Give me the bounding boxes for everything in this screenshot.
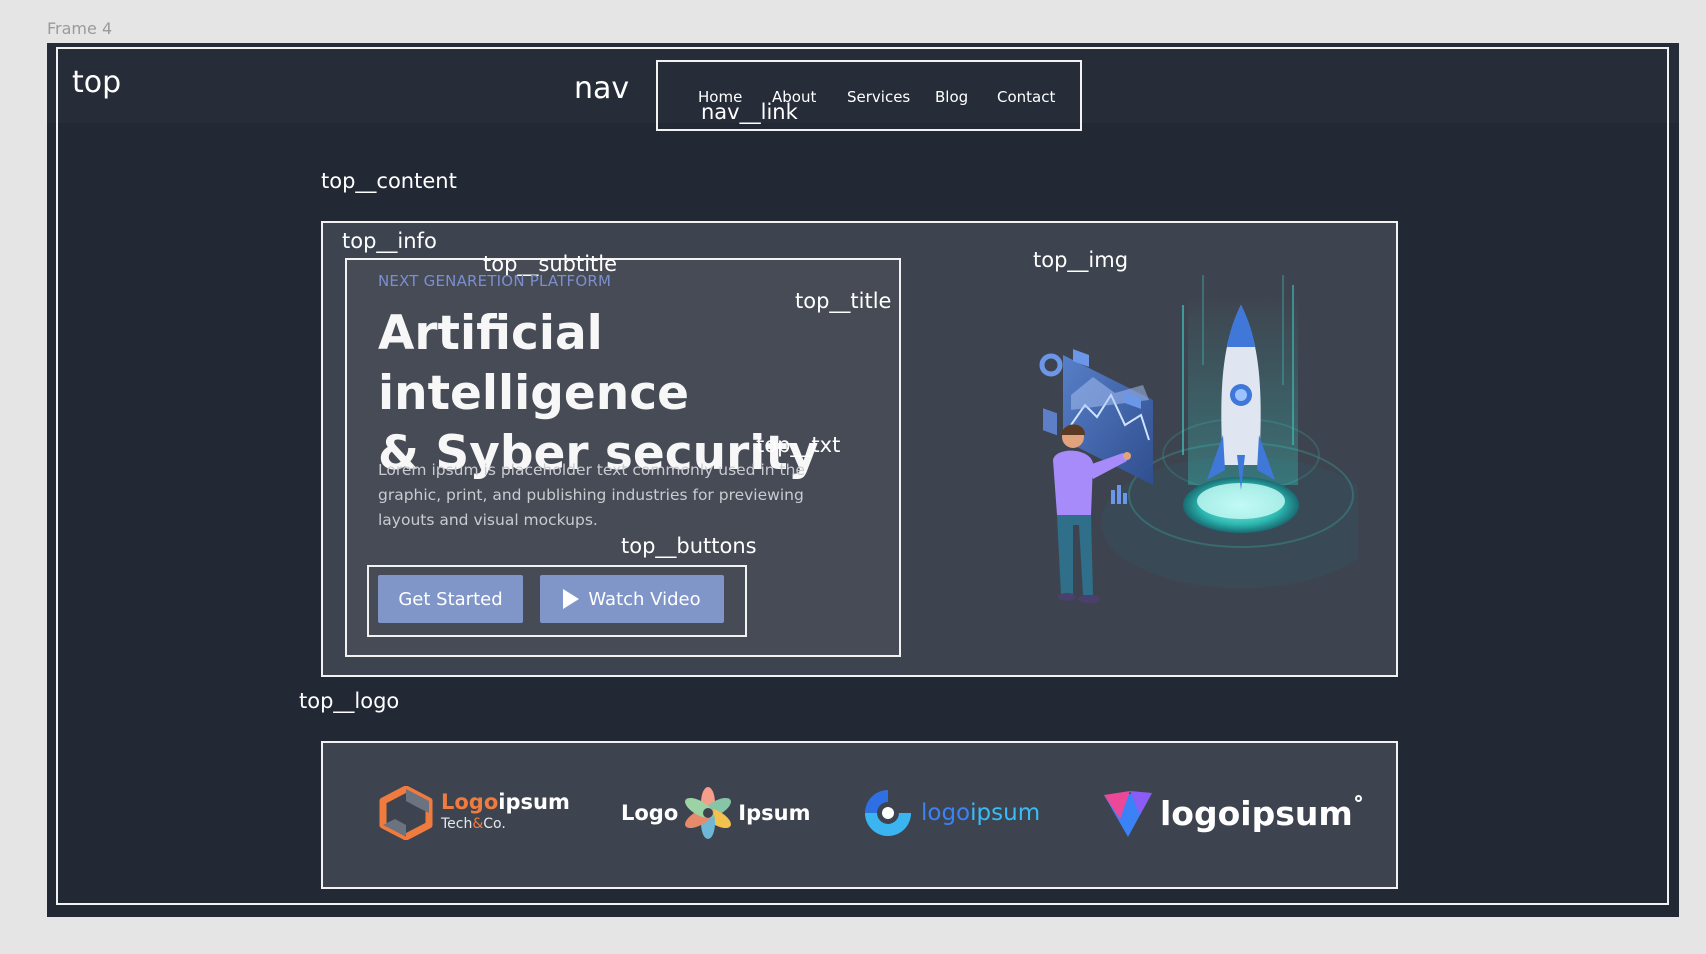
logo1-sub-amp: & — [472, 816, 484, 832]
logo2-part1: Logo — [621, 801, 679, 825]
partner-logo-4: logoipsum — [1100, 783, 1362, 843]
watch-video-button[interactable]: Watch Video — [540, 575, 724, 623]
logo1-sub2: Co. — [483, 816, 506, 832]
nav-link-blog[interactable]: Blog — [935, 88, 968, 106]
logo2-part2: Ipsum — [738, 801, 811, 825]
registered-mark-icon — [1354, 795, 1362, 802]
top-info: top__subtitle NEXT GENARETION PLATFORM t… — [345, 252, 901, 657]
annotation-top-logo: top__logo — [299, 689, 400, 713]
top-content: top__info top__img top__subtitle NEXT GE… — [321, 221, 1398, 677]
nav-link-contact[interactable]: Contact — [997, 88, 1055, 106]
top-container: top nav Home About Services Blog Contact… — [56, 47, 1669, 905]
get-started-button[interactable]: Get Started — [378, 575, 523, 623]
annotation-top-txt: top__txt — [756, 433, 841, 457]
flower-logo-icon — [685, 787, 732, 839]
annotation-top-info: top__info — [342, 229, 437, 253]
frame-label: Frame 4 — [47, 19, 113, 38]
circle-logo-icon — [865, 790, 911, 836]
annotation-nav: nav — [574, 71, 630, 106]
hero-title-line1: Artificial intelligence — [378, 306, 689, 421]
hexagon-logo-icon — [379, 786, 433, 840]
annotation-top-img: top__img — [1033, 248, 1129, 272]
hero-subtitle: NEXT GENARETION PLATFORM — [378, 272, 612, 290]
logo3-part1: logo — [921, 800, 971, 826]
triangle-logo-icon — [1104, 791, 1152, 837]
partner-logo-3: logoipsum — [861, 783, 1040, 843]
play-icon — [563, 589, 580, 609]
annotation-top: top — [72, 65, 122, 100]
watch-video-label: Watch Video — [588, 588, 701, 610]
hero-illustration — [1039, 275, 1358, 603]
nav-link-services[interactable]: Services — [847, 88, 910, 106]
partner-logo-2: Logo Ipsum — [621, 783, 810, 843]
logo1-sub1: Tech — [441, 816, 473, 832]
hero-title: Artificial intelligence & Syber security — [378, 304, 898, 484]
top-buttons: Get Started Watch Video — [367, 565, 747, 637]
logo4-text: logoipsum — [1160, 793, 1353, 833]
logo3-part2: ipsum — [970, 800, 1041, 826]
annotation-top-buttons: top__buttons — [621, 534, 757, 558]
top-logo: Logoipsum Tech&Co. Logo Ipsum logoipsum … — [321, 741, 1398, 889]
annotation-nav-link: nav__link — [701, 100, 798, 124]
hero-text: Lorem ipsum is placeholder text commonly… — [378, 461, 805, 529]
logo1-part1: Logo — [441, 790, 499, 814]
logo1-part2: ipsum — [498, 790, 570, 814]
get-started-label: Get Started — [398, 588, 503, 610]
partner-logo-1: Logoipsum Tech&Co. — [377, 783, 570, 843]
annotation-top-content: top__content — [321, 169, 457, 193]
frame: top nav Home About Services Blog Contact… — [47, 43, 1679, 917]
nav: Home About Services Blog Contact nav__li… — [656, 60, 1082, 131]
